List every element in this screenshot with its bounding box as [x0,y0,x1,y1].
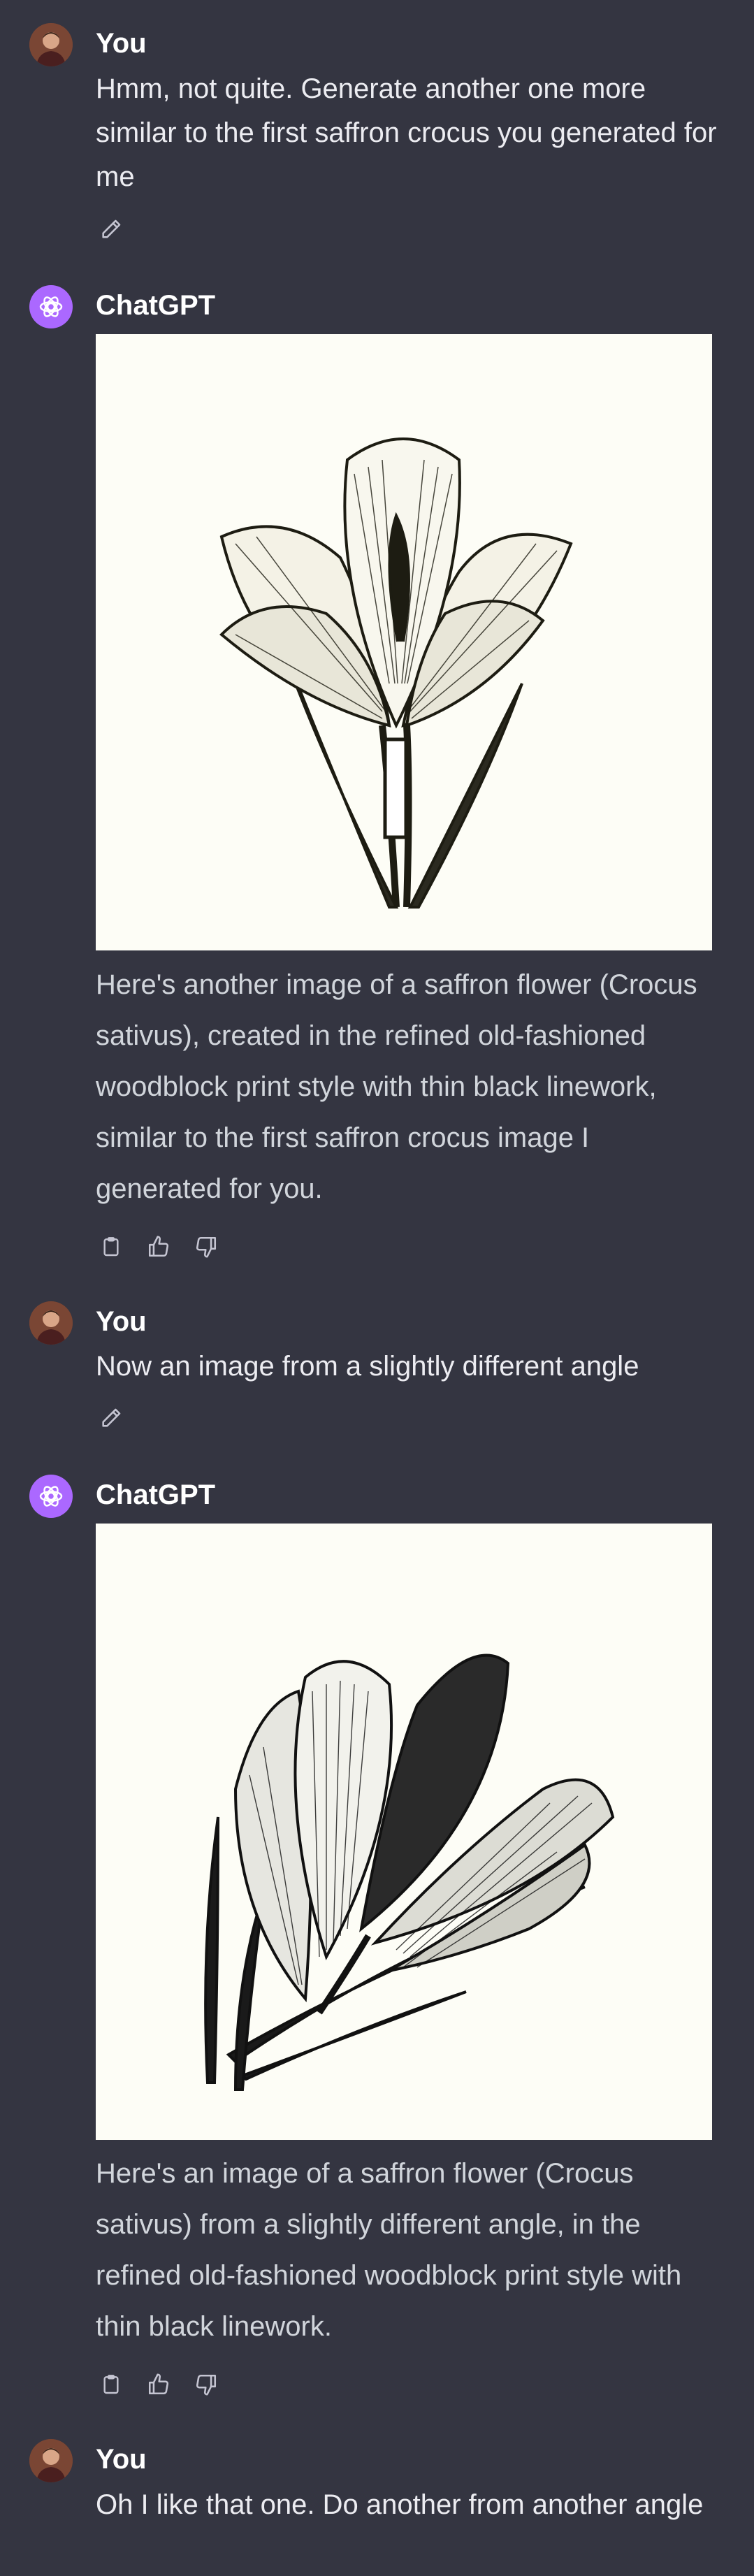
saffron-crocus-woodblock-image [219,437,573,909]
user-message-text: Oh I like that one. Do another from anot… [96,2489,704,2520]
chatgpt-avatar [29,285,73,328]
user-avatar [29,2439,73,2482]
user-message-text: Hmm, not quite. Generate another one mor… [96,73,717,192]
clipboard-icon[interactable] [98,2370,124,2399]
sender-name: You [96,1306,147,1337]
sender-name: You [96,28,147,59]
assistant-message-text: Here's an image of a saffron flower (Cro… [96,2158,682,2342]
generated-image[interactable] [96,1524,712,2140]
generated-image[interactable] [96,334,712,950]
assistant-message-text: Here's another image of a saffron flower… [96,969,697,1204]
sender-name: ChatGPT [96,290,216,321]
user-avatar [29,1301,73,1345]
pencil-icon[interactable] [98,1403,124,1433]
clipboard-icon[interactable] [98,1232,124,1261]
saffron-crocus-angle-image [204,1654,615,2091]
thumbs-down-icon[interactable] [193,1232,219,1261]
thumbs-down-icon[interactable] [193,2370,219,2399]
pencil-icon[interactable] [98,215,124,244]
thumbs-up-icon[interactable] [145,1232,172,1261]
sender-name: You [96,2444,147,2475]
user-message-text: Now an image from a slightly different a… [96,1351,639,1382]
sender-name: ChatGPT [96,1479,216,1510]
chatgpt-avatar [29,1475,73,1518]
thumbs-up-icon[interactable] [145,2370,172,2399]
user-avatar [29,23,73,66]
